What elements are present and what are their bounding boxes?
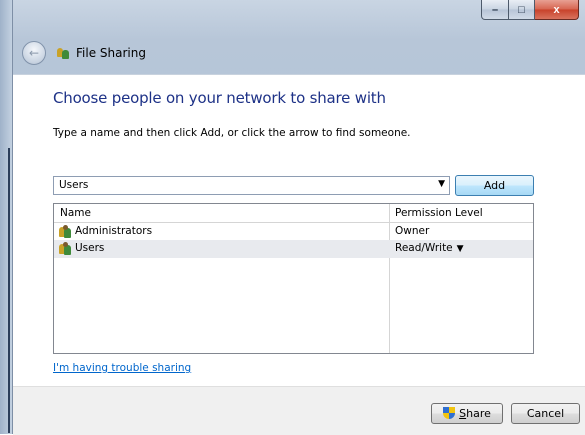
- permission-dropdown[interactable]: Read/Write ▼: [395, 242, 464, 254]
- table-row-administrators[interactable]: Administrators Owner: [54, 223, 533, 241]
- minimize-button[interactable]: –: [481, 0, 509, 20]
- dialog-footer: Share Cancel: [13, 386, 585, 435]
- close-button[interactable]: x: [535, 0, 579, 20]
- cancel-button[interactable]: Cancel: [511, 403, 580, 424]
- title-bar[interactable]: – □ x: [12, 0, 585, 32]
- window-frame: – □ x ← File Sharing Choose people on yo…: [0, 0, 585, 435]
- name-combobox[interactable]: Users ▼: [53, 176, 450, 195]
- permission-dropdown-arrow-icon[interactable]: ▼: [457, 244, 464, 254]
- row-permission: Owner: [395, 225, 430, 237]
- uac-shield-icon: [443, 407, 456, 420]
- back-arrow-icon: ←: [28, 46, 40, 60]
- permissions-table: Name Permission Level Administrators Own…: [53, 203, 534, 354]
- share-label: hare: [466, 407, 491, 420]
- user-group-icon: [59, 242, 73, 255]
- instruction-text: Type a name and then click Add, or click…: [53, 127, 411, 139]
- main-content: Choose people on your network to share w…: [13, 74, 585, 387]
- dropdown-arrow-icon[interactable]: ▼: [438, 179, 445, 189]
- back-button[interactable]: ←: [22, 41, 46, 65]
- trouble-sharing-link[interactable]: I'm having trouble sharing: [53, 362, 191, 374]
- window-left-edge: [0, 0, 13, 434]
- window-controls: – □ x: [481, 0, 579, 20]
- table-row-users[interactable]: Users Read/Write ▼: [54, 240, 533, 258]
- user-group-icon: [59, 225, 73, 238]
- maximize-button[interactable]: □: [509, 0, 535, 20]
- name-input[interactable]: Users: [59, 179, 88, 191]
- row-permission: Read/Write: [395, 242, 453, 254]
- file-sharing-icon: [56, 46, 70, 60]
- row-name: Administrators: [75, 225, 153, 237]
- wizard-header: ← File Sharing: [13, 32, 585, 74]
- share-button[interactable]: Share: [431, 403, 503, 424]
- page-heading: Choose people on your network to share w…: [53, 89, 386, 107]
- column-header-name[interactable]: Name: [60, 207, 91, 219]
- add-button[interactable]: Add: [455, 175, 534, 196]
- share-label-accesskey: S: [459, 407, 467, 420]
- column-header-permission[interactable]: Permission Level: [395, 207, 483, 219]
- row-name: Users: [75, 242, 105, 254]
- table-header: Name Permission Level: [54, 204, 533, 223]
- window-title: File Sharing: [76, 46, 146, 60]
